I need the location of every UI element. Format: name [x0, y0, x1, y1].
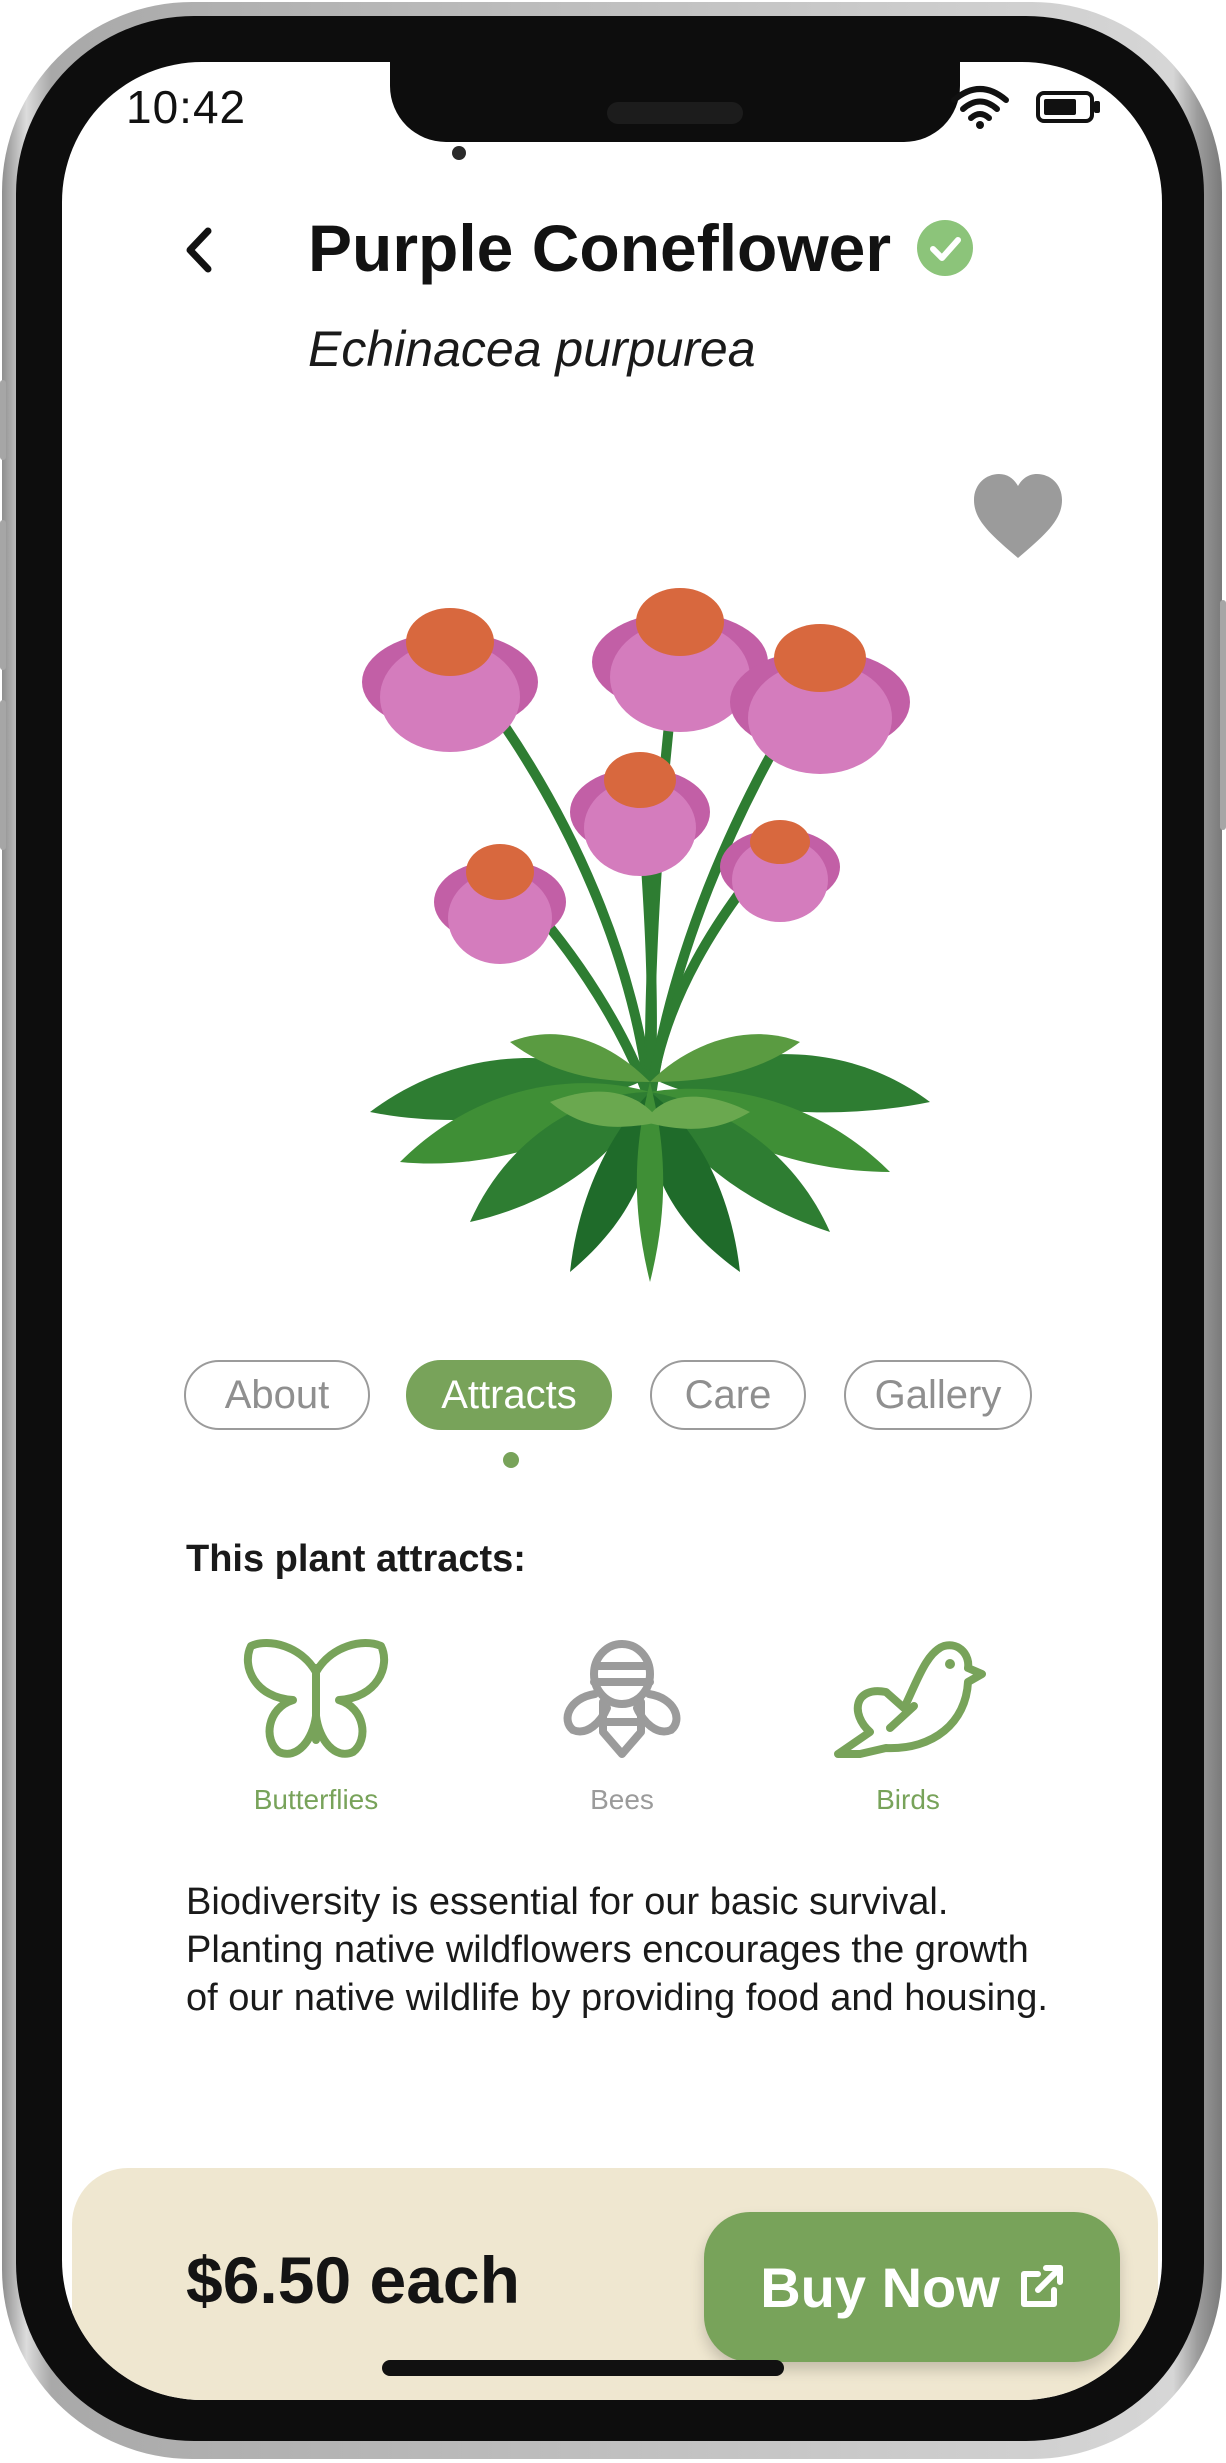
front-camera	[452, 146, 466, 160]
tab-about[interactable]: About	[184, 1360, 370, 1430]
volume-up-button	[0, 520, 6, 670]
side-button	[0, 380, 6, 460]
speaker-grille	[607, 102, 743, 124]
favorite-button[interactable]	[970, 470, 1066, 566]
power-button	[1220, 600, 1226, 830]
bee-icon	[563, 1640, 681, 1758]
tab-label: Gallery	[874, 1372, 1002, 1417]
external-link-icon	[1020, 2265, 1063, 2307]
app-screen: 10:42 Purple Coneflower Echinacea purpur…	[62, 62, 1162, 2400]
chevron-left-icon	[186, 227, 212, 273]
scientific-name: Echinacea purpurea	[308, 321, 756, 377]
tab-label: Attracts	[441, 1372, 577, 1417]
buy-now-label: Buy Now	[760, 2255, 1000, 2319]
buy-now-button[interactable]: Buy Now	[704, 2212, 1120, 2362]
butterfly-icon	[243, 1639, 389, 1758]
title-row: Purple Coneflower	[308, 210, 974, 286]
volume-down-button	[0, 700, 6, 850]
tab-bar: About Attracts Care Gallery	[184, 1360, 1042, 1440]
attract-label: Bees	[590, 1784, 654, 1815]
attracts-description: Biodiversity is essential for our basic …	[186, 1881, 1048, 2019]
device-frame: 10:42 Purple Coneflower Echinacea purpur…	[0, 0, 1226, 2463]
active-tab-indicator	[503, 1452, 519, 1468]
bird-icon	[834, 1641, 986, 1758]
attract-item-bees[interactable]: Bees	[512, 1636, 732, 1816]
heart-icon	[974, 474, 1062, 558]
page-title: Purple Coneflower	[308, 211, 892, 285]
home-indicator	[382, 2360, 784, 2376]
tab-label: Care	[684, 1372, 772, 1417]
attract-label: Butterflies	[253, 1784, 379, 1815]
price-label: $6.50 each	[186, 2243, 520, 2317]
back-button[interactable]	[172, 222, 228, 278]
battery-icon	[1036, 91, 1100, 123]
status-time: 10:42	[126, 81, 247, 133]
status-icons	[950, 84, 1102, 130]
section-heading: This plant attracts:	[186, 1538, 526, 1580]
attract-item-butterflies[interactable]: Butterflies	[206, 1636, 426, 1816]
verified-check-icon	[917, 220, 974, 276]
attract-label: Birds	[876, 1784, 940, 1815]
tab-attracts[interactable]: Attracts	[406, 1360, 612, 1430]
attract-item-birds[interactable]: Birds	[798, 1636, 1018, 1816]
wifi-icon	[951, 86, 1009, 129]
tab-label: About	[224, 1372, 330, 1417]
plant-illustration	[362, 588, 930, 1282]
tab-care[interactable]: Care	[650, 1360, 806, 1430]
tab-gallery[interactable]: Gallery	[844, 1360, 1032, 1430]
